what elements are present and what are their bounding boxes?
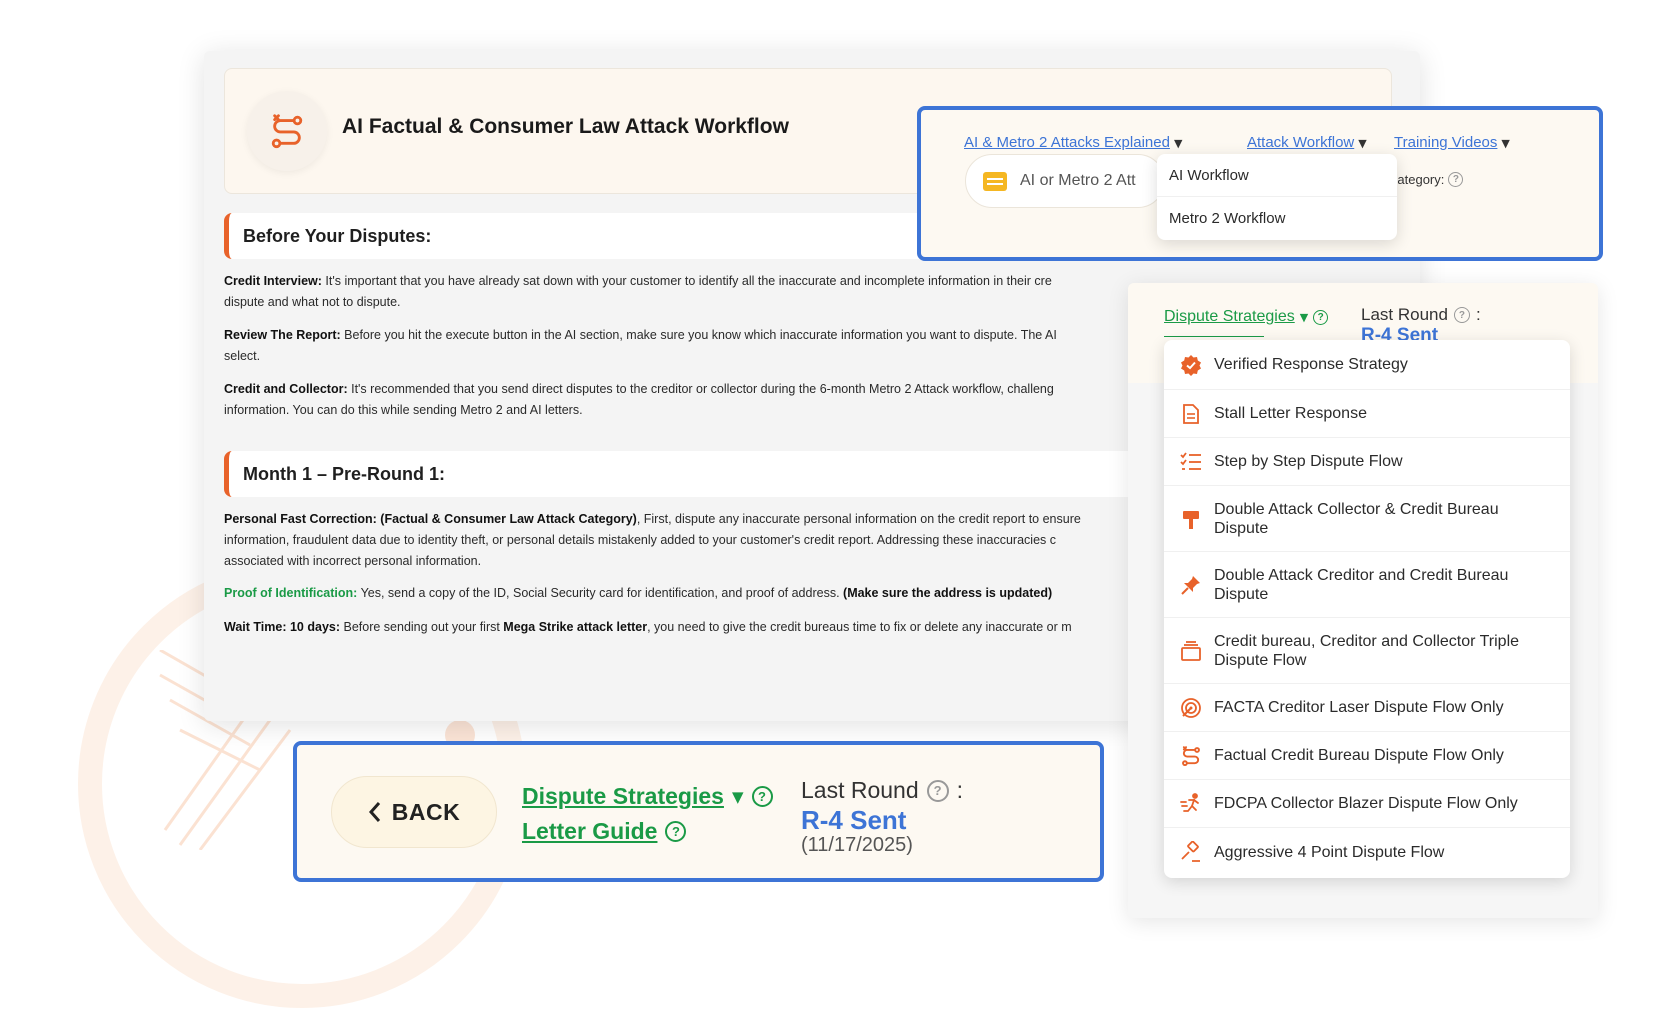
last-round-label: Last Round	[801, 777, 919, 803]
verified-badge-icon	[1181, 354, 1201, 376]
stacked-box-icon	[1181, 640, 1201, 661]
strategy-aggressive-4-point[interactable]: Aggressive 4 Point Dispute Flow	[1164, 828, 1570, 876]
help-icon[interactable]: ?	[1453, 307, 1470, 323]
workflow-logo	[247, 91, 327, 171]
caret-down-icon: ▼	[1299, 310, 1309, 324]
help-icon[interactable]: ?	[1313, 309, 1329, 325]
caret-down-icon: ▼	[1173, 137, 1183, 150]
strategy-label: Verified Response Strategy	[1214, 356, 1408, 373]
help-icon[interactable]: ?	[926, 779, 949, 802]
letter-guide-link[interactable]: Letter Guide	[522, 818, 657, 845]
laser-target-icon	[1181, 697, 1201, 718]
help-icon[interactable]: ?	[1448, 172, 1464, 187]
menu-item-metro2-workflow[interactable]: Metro 2 Workflow	[1157, 197, 1397, 240]
link-training-videos[interactable]: Training Videos	[1394, 134, 1497, 151]
strategy-verified-response[interactable]: Verified Response Strategy	[1164, 340, 1570, 390]
last-round-date: (11/17/2025)	[801, 834, 913, 856]
strategy-fdcpa-blazer[interactable]: FDCPA Collector Blazer Dispute Flow Only	[1164, 780, 1570, 828]
hammer-icon	[1183, 510, 1199, 529]
strategy-stall-letter[interactable]: Stall Letter Response	[1164, 390, 1570, 438]
pushpin-icon	[1181, 575, 1200, 595]
strategy-double-attack-creditor[interactable]: Double Attack Creditor and Credit Bureau…	[1164, 552, 1570, 618]
strategy-step-by-step[interactable]: Step by Step Dispute Flow	[1164, 438, 1570, 486]
link-attack-workflow[interactable]: Attack Workflow	[1247, 134, 1354, 151]
chevron-left-icon	[368, 802, 380, 822]
back-button[interactable]: BACK	[331, 776, 497, 848]
help-icon[interactable]: ?	[665, 821, 687, 842]
dispute-strategies-panel: Dispute Strategies ▼ ? Last Round ? : R-…	[1128, 283, 1598, 918]
link-attacks-explained-wrap: AI & Metro 2 Attacks Explained ▼	[964, 132, 1182, 151]
strategy-double-attack-collector[interactable]: Double Attack Collector & Credit Bureau …	[1164, 486, 1570, 552]
strategy-label: Stall Letter Response	[1214, 405, 1367, 422]
link-attacks-explained[interactable]: AI & Metro 2 Attacks Explained	[964, 134, 1170, 151]
strategy-label: Credit bureau, Creditor and Collector Tr…	[1214, 632, 1520, 669]
back-label: BACK	[391, 798, 461, 825]
strategies-link-wrap: Dispute Strategies ▼ ?	[1164, 308, 1329, 326]
attack-type-select[interactable]: AI or Metro 2 Att	[965, 154, 1165, 208]
last-round-label-wrap: Last Round ? :	[801, 777, 964, 803]
strategy-label: Double Attack Creditor and Credit Bureau…	[1214, 566, 1509, 603]
help-icon[interactable]: ?	[751, 786, 773, 807]
strategy-triple-dispute[interactable]: Credit bureau, Creditor and Collector Tr…	[1164, 618, 1570, 684]
strategies-link-wrap: Dispute Strategies ▼ ?	[522, 783, 773, 810]
strategy-factual-credit-bureau[interactable]: Factual Credit Bureau Dispute Flow Only	[1164, 732, 1570, 780]
running-icon	[1180, 792, 1199, 812]
strategy-label: Aggressive 4 Point Dispute Flow	[1214, 843, 1445, 861]
strategy-facta-laser[interactable]: FACTA Creditor Laser Dispute Flow Only	[1164, 684, 1570, 732]
caret-down-icon: ▼	[731, 787, 744, 806]
attack-type-placeholder: AI or Metro 2 Att	[1020, 172, 1136, 189]
strategies-dropdown-menu: Verified Response Strategy Stall Letter …	[1164, 340, 1570, 878]
strategy-label: FACTA Creditor Laser Dispute Flow Only	[1214, 699, 1504, 716]
back-navigation-panel: BACK Dispute Strategies ▼ ? Letter Guide…	[293, 741, 1104, 882]
dispute-strategies-link[interactable]: Dispute Strategies	[522, 783, 724, 810]
document-icon	[1183, 403, 1199, 424]
last-round-value: R-4 Sent	[801, 805, 907, 835]
category-label-wrap: Category: ?	[1388, 172, 1464, 187]
link-training-videos-wrap: Training Videos ▼	[1394, 132, 1510, 151]
attack-navigation-panel: AI & Metro 2 Attacks Explained ▼ Attack W…	[917, 106, 1603, 261]
strategy-label: Double Attack Collector & Credit Bureau …	[1214, 500, 1499, 537]
strategy-label: Factual Credit Bureau Dispute Flow Only	[1214, 747, 1504, 764]
route-icon	[271, 114, 303, 149]
last-round-label: Last Round	[1361, 305, 1448, 324]
checklist-icon	[1180, 451, 1201, 470]
strategy-label: Step by Step Dispute Flow	[1214, 453, 1403, 470]
caret-down-icon: ▼	[1501, 137, 1510, 150]
caret-down-icon: ▼	[1358, 137, 1367, 150]
page-title: AI Factual & Consumer Law Attack Workflo…	[342, 115, 789, 138]
menu-item-ai-workflow[interactable]: AI Workflow	[1157, 154, 1397, 197]
letter-guide-link-wrap: Letter Guide ?	[522, 818, 687, 845]
link-attack-workflow-wrap: Attack Workflow ▼	[1247, 132, 1367, 151]
strategy-label: FDCPA Collector Blazer Dispute Flow Only	[1214, 795, 1518, 812]
dispute-strategies-link[interactable]: Dispute Strategies	[1164, 308, 1295, 326]
letter-guide-link-clipped[interactable]	[1164, 330, 1274, 338]
last-round-label-wrap: Last Round ? :	[1361, 305, 1481, 324]
workflow-dropdown-menu: AI Workflow Metro 2 Workflow	[1157, 154, 1397, 240]
route-icon	[1182, 745, 1200, 766]
gavel-icon	[1181, 841, 1200, 862]
folder-icon	[983, 172, 1007, 191]
